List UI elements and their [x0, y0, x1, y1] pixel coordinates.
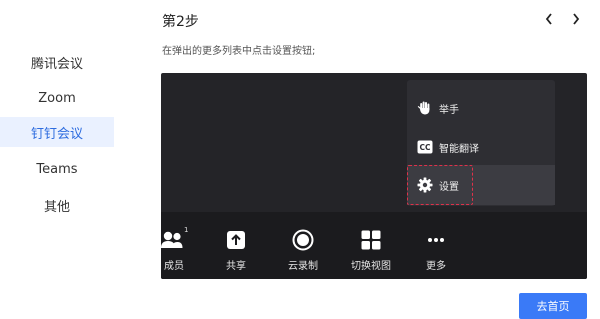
menu-item-settings[interactable]: 设置 [407, 165, 555, 205]
sidebar-item-label: Zoom [38, 90, 76, 106]
share-button[interactable]: 共享 [221, 212, 251, 279]
sidebar-item-tencent-meeting[interactable]: 腾讯会议 [0, 47, 114, 77]
sidebar-item-label: Teams [36, 161, 78, 177]
sidebar-item-zoom[interactable]: Zoom [0, 83, 114, 113]
meeting-toolbar: 成员 1 共享 云录制 切换视图 更多 [161, 212, 587, 279]
sidebar-item-teams[interactable]: Teams [0, 154, 114, 184]
menu-item-label: 设置 [439, 181, 459, 193]
share-icon [226, 229, 246, 251]
menu-item-smart-translate[interactable]: CC 智能翻译 [407, 127, 555, 167]
next-step-button[interactable] [566, 8, 586, 30]
toolbar-label: 云录制 [288, 261, 318, 272]
sidebar-item-label: 钉钉会议 [30, 126, 83, 142]
sidebar-item-label: 腾讯会议 [30, 56, 83, 72]
members-count-badge: 1 [184, 226, 189, 234]
meeting-window: 举手 CC 智能翻译 设置 成员 1 共享 云录制 切换视图 更多 [161, 73, 587, 279]
menu-item-label: 举手 [439, 104, 459, 116]
sidebar-item-dingtalk-meeting[interactable]: 钉钉会议 [0, 117, 114, 147]
cc-icon: CC [417, 139, 433, 155]
menu-item-raise-hand[interactable]: 举手 [407, 88, 555, 128]
grid-view-icon [361, 229, 381, 251]
members-button[interactable]: 成员 [161, 212, 189, 279]
menu-item-label: 智能翻译 [439, 143, 479, 155]
more-button[interactable]: 更多 [423, 212, 449, 279]
more-icon [427, 229, 445, 251]
chevron-left-icon [545, 13, 552, 25]
step-instruction: 在弹出的更多列表中点击设置按钮; [162, 46, 316, 57]
step-title: 第2步 [162, 14, 199, 30]
toolbar-label: 更多 [426, 261, 446, 272]
sidebar-item-other[interactable]: 其他 [0, 190, 114, 220]
cloud-record-button[interactable]: 云录制 [285, 212, 321, 279]
svg-text:CC: CC [419, 143, 431, 152]
record-icon [292, 229, 314, 251]
chevron-right-icon [573, 13, 580, 25]
sidebar-item-label: 其他 [43, 199, 70, 215]
toolbar-label: 共享 [226, 261, 246, 272]
gear-icon [417, 177, 433, 193]
go-home-button[interactable]: 去首页 [519, 293, 587, 319]
toolbar-label: 切换视图 [351, 261, 391, 272]
more-popup-menu: 举手 CC 智能翻译 设置 [407, 80, 555, 206]
prev-step-button[interactable] [539, 8, 559, 30]
raise-hand-icon [417, 100, 433, 116]
toolbar-label: 成员 [164, 261, 184, 272]
switch-view-button[interactable]: 切换视图 [349, 212, 393, 279]
sidebar: 腾讯会议 Zoom 钉钉会议 Teams 其他 [0, 0, 120, 319]
